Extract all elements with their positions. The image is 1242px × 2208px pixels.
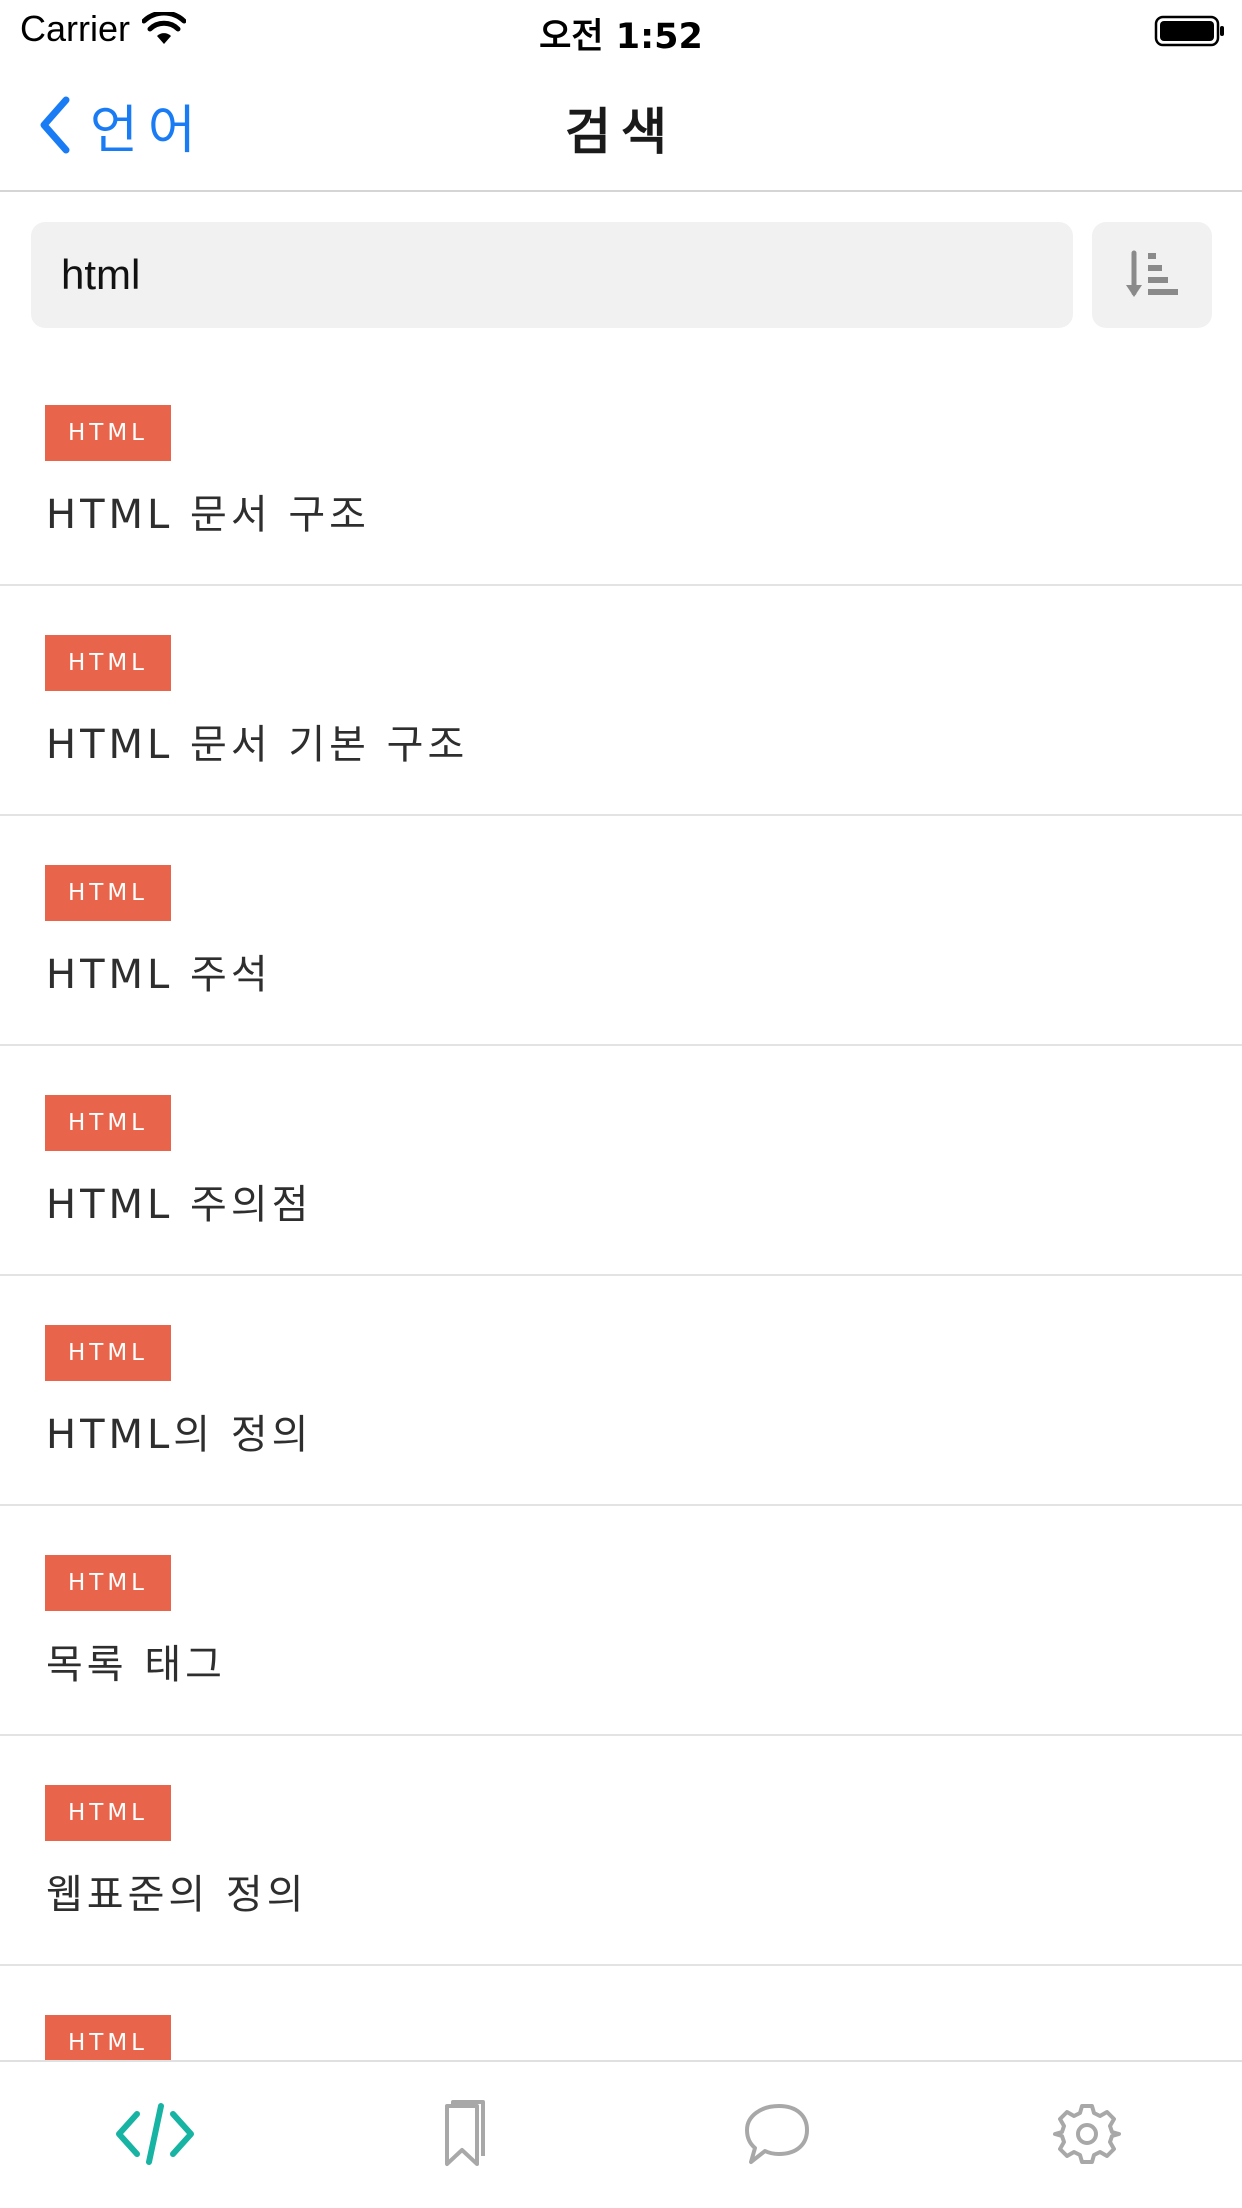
- item-title: 웹표준의 정의: [46, 1872, 308, 1918]
- item-title: HTML 주의점: [46, 1182, 313, 1228]
- item-title: HTML의 정의: [46, 1412, 313, 1458]
- tag-badge: HTML: [45, 1095, 171, 1151]
- tag-badge: HTML: [45, 865, 171, 921]
- item-title: 목록 태그: [46, 1642, 226, 1688]
- code-icon: [116, 2103, 194, 2165]
- tag-badge: HTML: [45, 635, 171, 691]
- item-title: HTML 문서 구조: [46, 492, 370, 538]
- list-item[interactable]: HTML HTML의 정의: [0, 1276, 1242, 1506]
- tag-badge: HTML: [45, 405, 171, 461]
- list-item[interactable]: HTML HTML 주석: [0, 816, 1242, 1046]
- battery-icon: [1154, 15, 1224, 47]
- list-item[interactable]: HTML HTML 주의점: [0, 1046, 1242, 1276]
- tag-badge: HTML: [45, 1785, 171, 1841]
- navigation-bar: 언어 검색: [0, 62, 1242, 192]
- tab-code[interactable]: [110, 2098, 200, 2170]
- list-item[interactable]: HTML 웹표준의 정의: [0, 1736, 1242, 1966]
- list-item[interactable]: HTML HTML 문서 구조: [0, 356, 1242, 586]
- gear-icon: [1053, 2104, 1121, 2164]
- tab-settings[interactable]: [1042, 2098, 1132, 2170]
- tab-bar: [0, 2060, 1242, 2208]
- list-item[interactable]: HTML 목록 태그: [0, 1506, 1242, 1736]
- tab-community[interactable]: [730, 2098, 820, 2170]
- search-results-list: HTML HTML 문서 구조 HTML HTML 문서 기본 구조 HTML …: [0, 356, 1242, 2060]
- status-time: 오전 1:52: [539, 17, 703, 57]
- sort-descending-icon: [1126, 250, 1178, 297]
- tag-badge: HTML: [45, 2015, 171, 2060]
- item-title: HTML 문서 기본 구조: [46, 722, 469, 768]
- page-title: 검색: [565, 103, 677, 161]
- tag-badge: HTML: [45, 1325, 171, 1381]
- sort-button[interactable]: [1092, 222, 1212, 328]
- status-bar: Carrier 오전 1:52: [0, 0, 1242, 60]
- bookmark-icon: [445, 2100, 485, 2166]
- list-item[interactable]: HTML: [0, 1966, 1242, 2060]
- list-item[interactable]: HTML HTML 문서 기본 구조: [0, 586, 1242, 816]
- tag-badge: HTML: [45, 1555, 171, 1611]
- search-field-container: [31, 222, 1073, 328]
- tab-bookmarks[interactable]: [418, 2098, 508, 2170]
- chat-icon: [745, 2104, 809, 2164]
- item-title: HTML 주석: [46, 952, 272, 998]
- search-input[interactable]: [61, 251, 1043, 299]
